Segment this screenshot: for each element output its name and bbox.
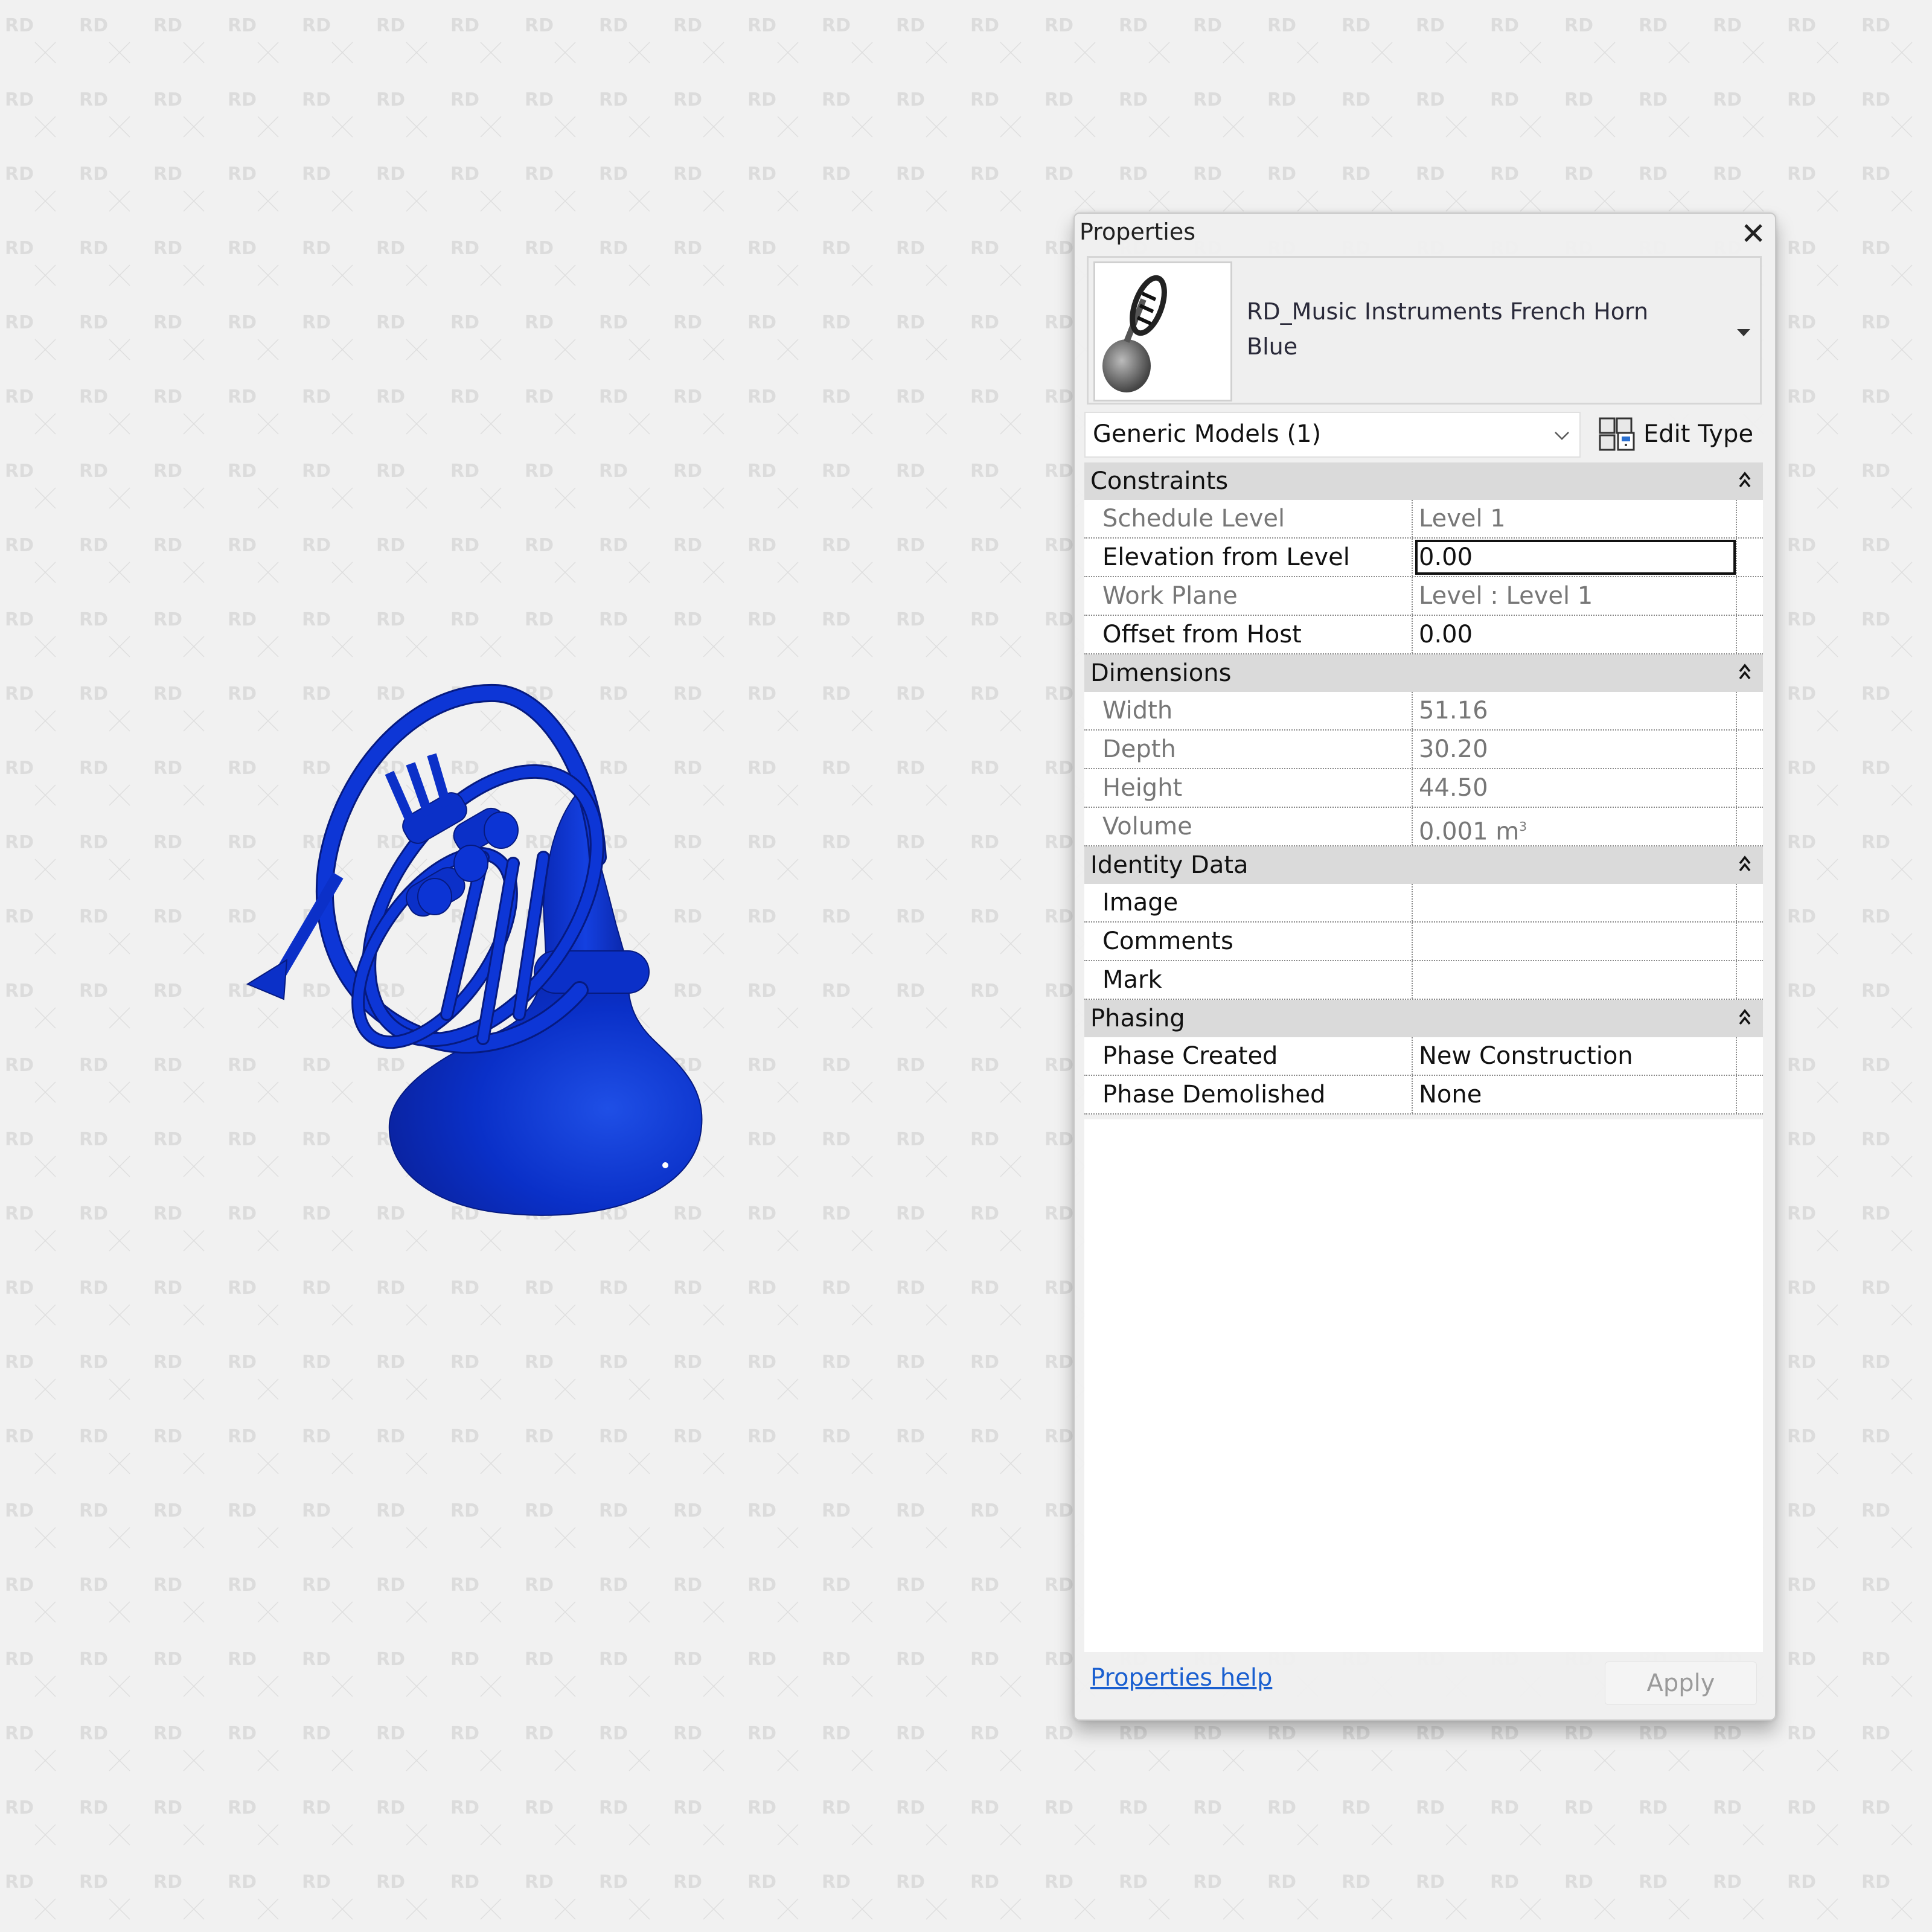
property-name: Volume <box>1084 808 1413 845</box>
properties-empty-area <box>1084 1119 1763 1652</box>
property-name: Elevation from Level <box>1084 539 1413 576</box>
collapse-icon[interactable] <box>1736 469 1753 493</box>
property-row: Work Plane Level : Level 1 <box>1084 577 1763 616</box>
property-name: Phase Demolished <box>1084 1076 1413 1113</box>
property-row: Mark <box>1084 961 1763 1000</box>
group-header-constraints[interactable]: Constraints <box>1084 462 1763 500</box>
type-thumbnail <box>1093 261 1232 401</box>
property-name: Schedule Level <box>1084 500 1413 537</box>
group-label: Constraints <box>1090 467 1229 495</box>
group-header-phasing[interactable]: Phasing <box>1084 1000 1763 1037</box>
property-value: 51.16 <box>1414 692 1737 729</box>
property-row: Depth 30.20 <box>1084 731 1763 769</box>
property-name: Width <box>1084 692 1413 729</box>
panel-title: Properties <box>1080 219 1196 245</box>
properties-grid: Constraints Schedule Level Level 1 Eleva… <box>1084 462 1763 1115</box>
collapse-icon[interactable] <box>1736 661 1753 685</box>
properties-help-link[interactable]: Properties help <box>1090 1664 1272 1692</box>
property-value: 30.20 <box>1414 731 1737 768</box>
close-button[interactable] <box>1740 220 1767 246</box>
property-row: Offset from Host 0.00 <box>1084 616 1763 654</box>
volume-unit-exponent: 3 <box>1519 819 1527 834</box>
properties-panel: Properties RD_Music Instruments French H… <box>1073 213 1776 1721</box>
property-value: Level : Level 1 <box>1414 577 1737 615</box>
type-name-line1: RD_Music Instruments French Horn <box>1247 298 1649 325</box>
chevron-down-icon <box>1555 432 1569 440</box>
property-row: Width 51.16 <box>1084 692 1763 731</box>
group-header-identity-data[interactable]: Identity Data <box>1084 846 1763 884</box>
phase-demolished-select[interactable]: None <box>1414 1076 1737 1113</box>
property-name: Comments <box>1084 923 1413 960</box>
property-row: Phase Demolished None <box>1084 1076 1763 1115</box>
category-selected: Generic Models (1) <box>1093 420 1322 448</box>
collapse-icon[interactable] <box>1736 852 1753 877</box>
french-horn-model[interactable] <box>229 676 809 1256</box>
mark-input[interactable] <box>1414 961 1737 999</box>
type-selector[interactable]: RD_Music Instruments French Horn Blue <box>1087 256 1762 405</box>
group-header-dimensions[interactable]: Dimensions <box>1084 654 1763 692</box>
edit-type-label: Edit Type <box>1643 420 1754 448</box>
edit-type-button[interactable]: Edit Type <box>1599 413 1753 455</box>
horn-mouthpiece <box>246 959 288 1000</box>
french-horn-thumbnail-icon <box>1102 275 1167 392</box>
property-name: Offset from Host <box>1084 616 1413 653</box>
apply-button[interactable]: Apply <box>1605 1662 1757 1705</box>
group-label: Identity Data <box>1090 851 1249 879</box>
specular-highlight <box>662 1162 668 1168</box>
type-name-line2: Blue <box>1247 333 1298 360</box>
property-name: Depth <box>1084 731 1413 768</box>
property-row: Image <box>1084 884 1763 923</box>
group-label: Phasing <box>1090 1005 1185 1032</box>
property-name: Image <box>1084 884 1413 921</box>
volume-value: 0.001 m <box>1419 817 1520 846</box>
phase-created-select[interactable]: New Construction <box>1414 1037 1737 1075</box>
property-row: Volume 0.001 m3 <box>1084 808 1763 846</box>
property-row: Elevation from Level 0.00 <box>1084 539 1763 577</box>
property-value: 44.50 <box>1414 769 1737 807</box>
edit-type-icon <box>1599 417 1635 451</box>
collapse-icon[interactable] <box>1736 1006 1753 1030</box>
property-value-volume: 0.001 m3 <box>1414 808 1737 845</box>
close-icon <box>1744 224 1762 242</box>
type-family-name: RD_Music Instruments French Horn Blue <box>1247 294 1648 364</box>
comments-input[interactable] <box>1414 923 1737 960</box>
image-input[interactable] <box>1414 884 1737 921</box>
property-row: Height 44.50 <box>1084 769 1763 808</box>
property-row: Phase Created New Construction <box>1084 1037 1763 1076</box>
property-name: Height <box>1084 769 1413 807</box>
group-label: Dimensions <box>1090 659 1232 687</box>
property-row: Schedule Level Level 1 <box>1084 500 1763 539</box>
category-filter-dropdown[interactable]: Generic Models (1) <box>1084 412 1581 458</box>
offset-from-host-input[interactable]: 0.00 <box>1414 616 1737 653</box>
property-name: Mark <box>1084 961 1413 999</box>
dropdown-arrow-icon[interactable] <box>1737 329 1750 336</box>
property-name: Work Plane <box>1084 577 1413 615</box>
property-row: Comments <box>1084 923 1763 961</box>
elevation-from-level-input[interactable]: 0.00 <box>1414 539 1737 576</box>
property-name: Phase Created <box>1084 1037 1413 1075</box>
property-value: Level 1 <box>1414 500 1737 537</box>
